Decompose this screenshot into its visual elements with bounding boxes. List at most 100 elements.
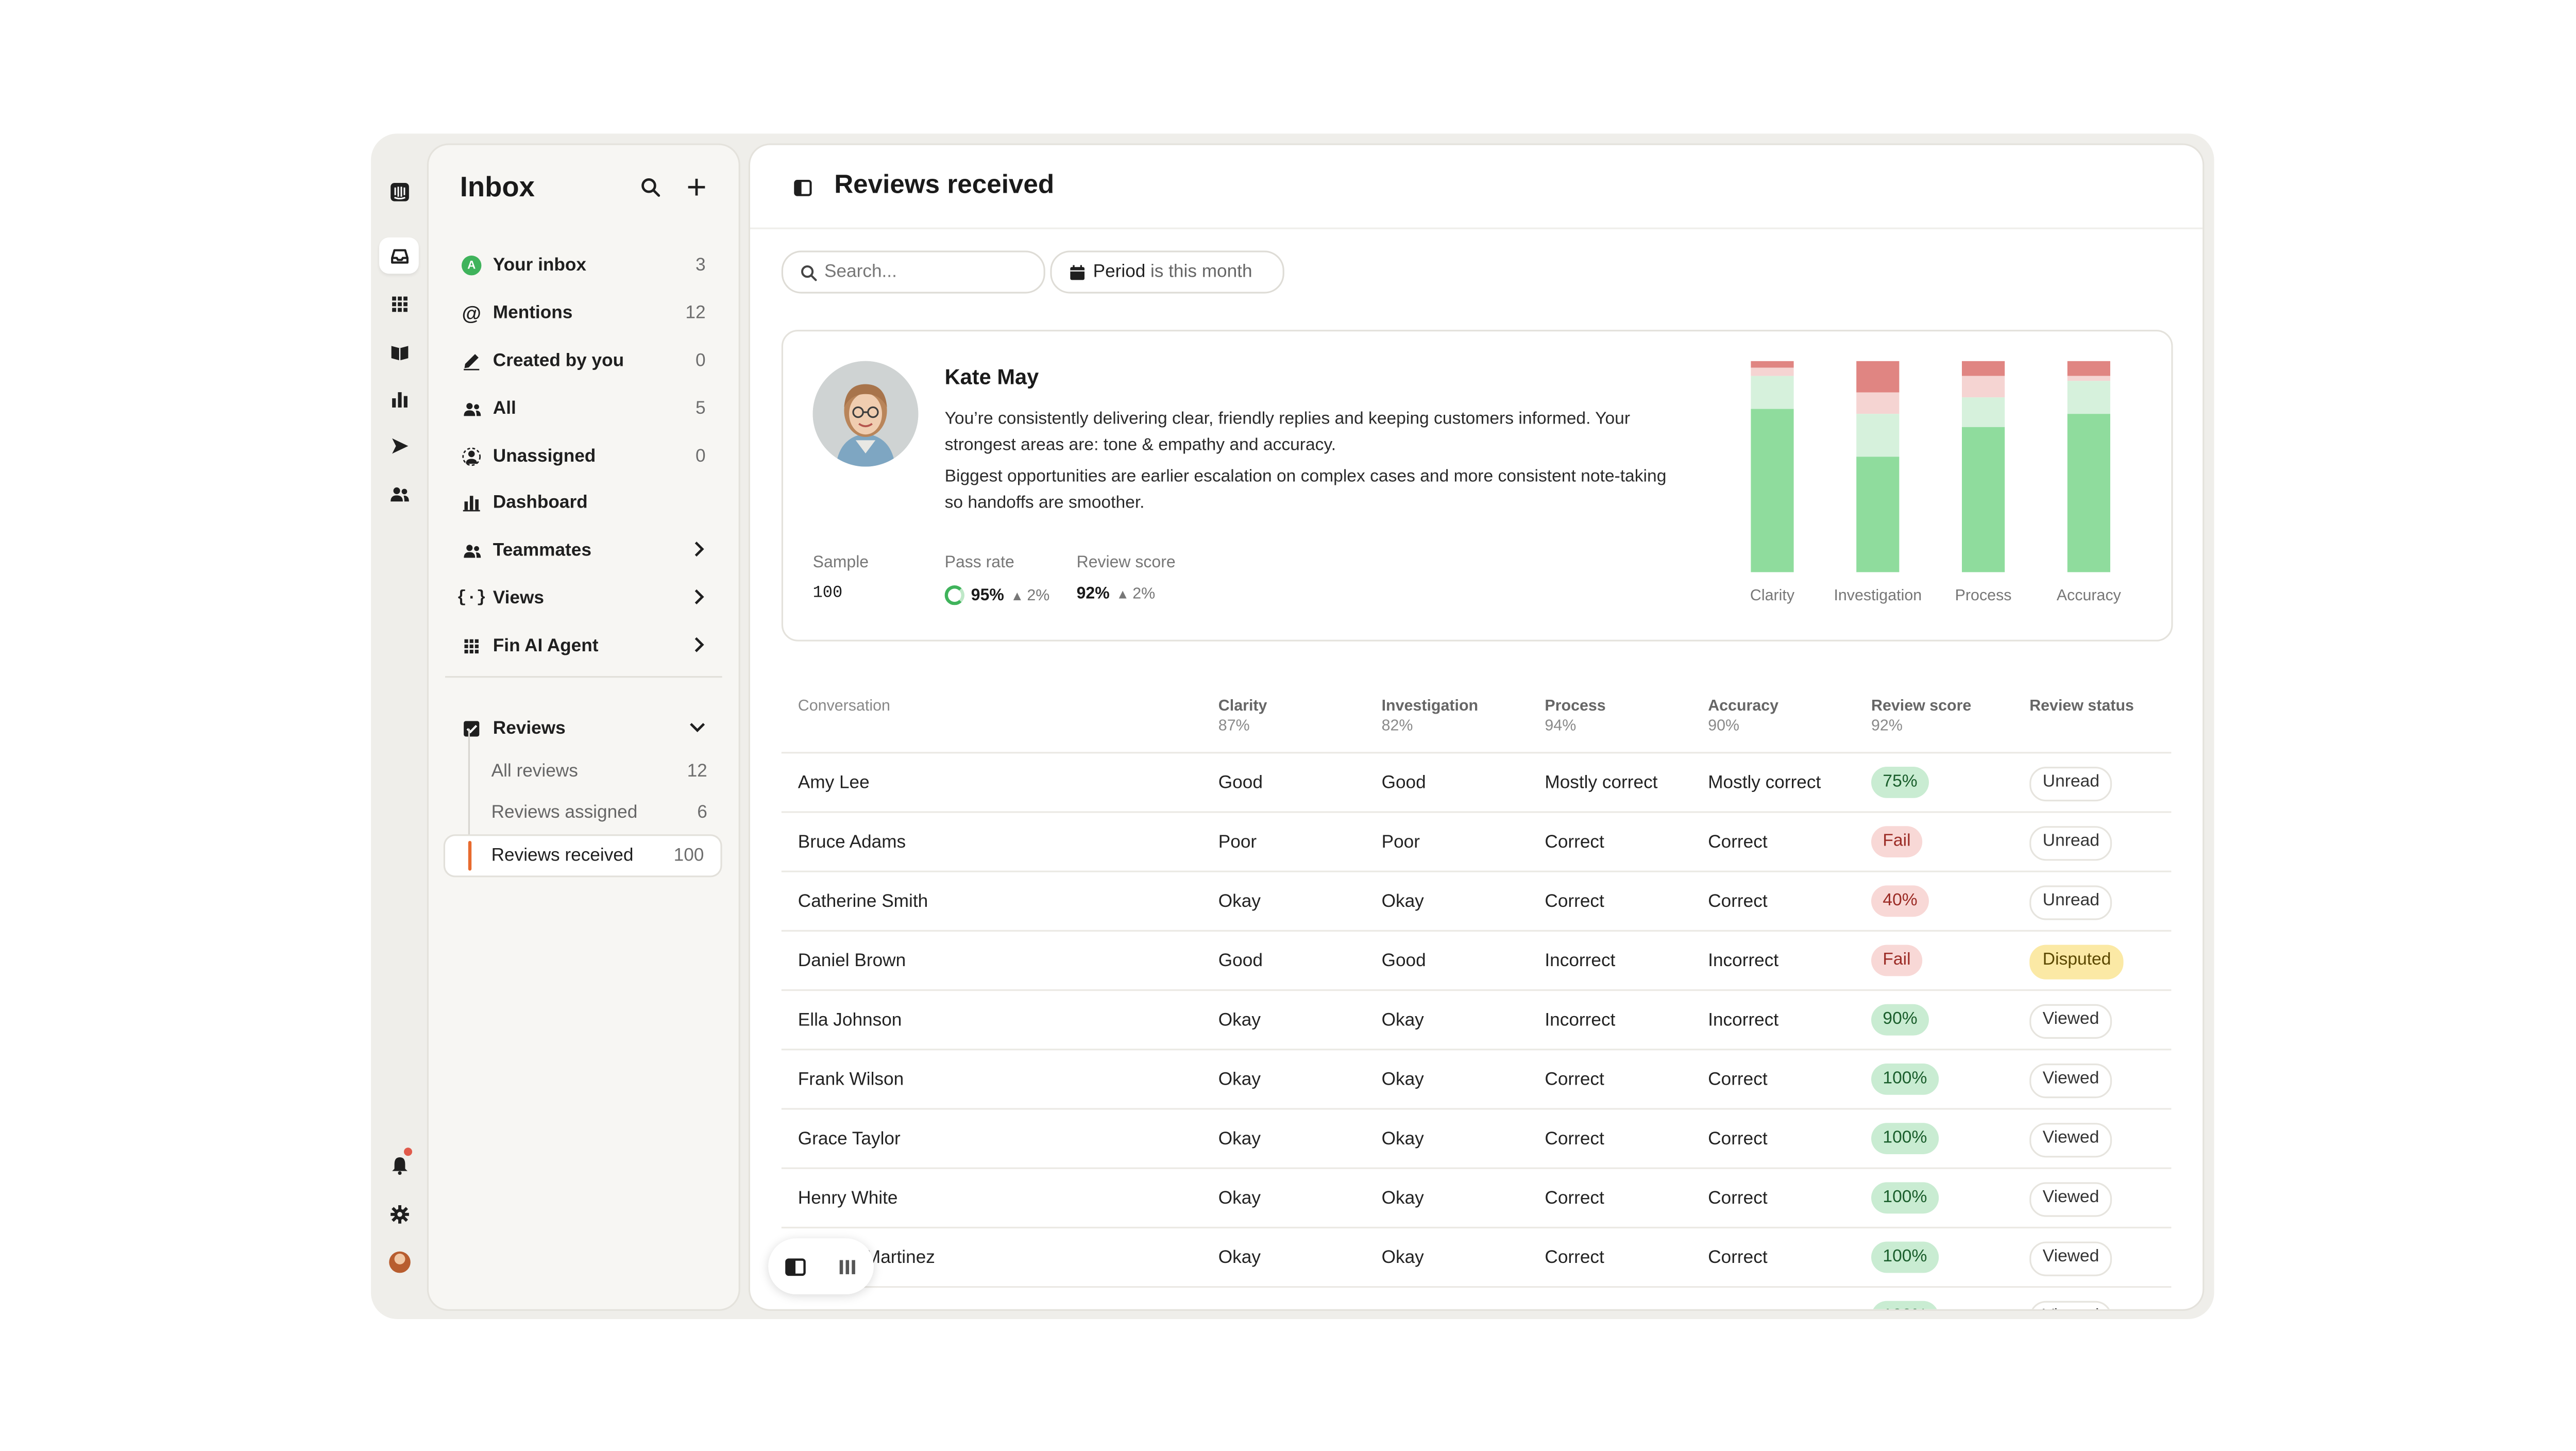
column-header-label: Accuracy (1708, 697, 1779, 716)
table-row[interactable]: Grace Taylor Okay Okay Correct Correct 100% Vi… (781, 1110, 2172, 1169)
table-row[interactable]: Frank Wilson Okay Okay Correct Correct 100% Vi… (781, 1050, 2172, 1110)
at-icon: @ (462, 301, 481, 325)
review-status-badge: Viewed (2029, 1301, 2112, 1309)
review-score-badge: Fail (1871, 944, 1922, 976)
table-row[interactable]: Amy Lee Good Good Mostly correct Mostly corr… (781, 753, 2172, 813)
views-icon: {·} (456, 589, 487, 608)
user-avatar[interactable] (379, 1243, 419, 1279)
cell-name: Frank Wilson (798, 1070, 904, 1090)
column-header[interactable]: Review score 92% (1871, 698, 1971, 736)
table-row[interactable]: Bruce Adams Poor Poor Correct Correct Fail Unr… (781, 813, 2172, 872)
sidebar-item-count: 12 (685, 303, 706, 324)
sidebar-item-label: Unassigned (493, 447, 596, 467)
bar-segment (1856, 414, 1900, 457)
reports-icon[interactable] (379, 381, 419, 417)
sidebar-item-dashboard[interactable]: Dashboard (445, 483, 722, 523)
table-row[interactable]: James Thompson Poor Poor Correct Correct 100%… (782, 1288, 2172, 1309)
search-placeholder: Search... (824, 262, 897, 282)
outbound-icon[interactable] (379, 427, 419, 463)
review-status-badge: Unread (2029, 885, 2113, 920)
stacked-bar (1962, 361, 2005, 572)
review-status-badge: Viewed (2029, 1004, 2112, 1039)
table-row[interactable]: Ella Johnson Okay Okay Incorrect Incorrect 90… (781, 991, 2172, 1051)
bar-segment (1856, 456, 1900, 572)
stacked-bar (2067, 361, 2110, 572)
bell-icon[interactable] (379, 1146, 419, 1182)
review-status-badge: Viewed (2029, 1064, 2112, 1099)
sidebar-item-teammates[interactable]: Teammates (445, 531, 722, 570)
review-score-badge: 100% (1871, 1123, 1939, 1154)
cell-clarity: Okay (1218, 1070, 1261, 1090)
knowledge-icon[interactable] (379, 333, 419, 369)
teammates-icon (460, 541, 483, 561)
column-header[interactable]: Conversation (798, 698, 890, 716)
cell-investigation: Poor (1382, 1308, 1420, 1309)
cell-investigation: Okay (1381, 1129, 1424, 1150)
bar-segment (1856, 361, 1900, 393)
sidebar-item-all[interactable]: All 5 (445, 389, 722, 429)
sidebar-item-your-inbox[interactable]: A Your inbox 3 (445, 246, 722, 285)
search-input[interactable]: Search... (781, 250, 1045, 294)
logo-icon[interactable] (379, 173, 419, 209)
column-header[interactable]: Investigation 82% (1382, 698, 1479, 736)
cell-process: Correct (1545, 1308, 1604, 1309)
column-header-average: 90% (1708, 717, 1740, 736)
reviews-table: Conversation Clarity 87% Investigation 82% Pr… (781, 676, 2172, 1309)
sidebar-item-label: Reviews (493, 719, 566, 739)
sidebar-item-count: 3 (696, 256, 706, 276)
view-switcher (768, 1238, 874, 1294)
cell-name: Catherine Smith (798, 892, 928, 912)
sidebar-item-reviews-assigned[interactable]: Reviews assigned 6 (468, 793, 724, 833)
cell-investigation: Okay (1381, 1070, 1424, 1090)
bar-segment (2067, 361, 2110, 376)
sidebar-item-reviews-received[interactable]: Reviews received 100 (445, 836, 721, 876)
table-row[interactable]: Henry White Okay Okay Correct Correct 100% Vie… (781, 1169, 2172, 1228)
sidebar-item-label: Reviews received (491, 846, 634, 866)
review-score-badge: 100% (1871, 1064, 1939, 1095)
search-icon[interactable] (636, 173, 663, 199)
category-label: Investigation (1834, 587, 1922, 605)
column-header-label: Review score (1871, 697, 1972, 716)
category-breakdown-chart: Clarity Investigation Process Accuracy (1734, 356, 2156, 620)
sidebar-section-reviews[interactable]: Reviews (445, 709, 722, 749)
bar-segment (2067, 380, 2110, 414)
contacts-icon[interactable] (379, 475, 419, 511)
bar-segment (1962, 397, 2005, 427)
cell-process: Mostly correct (1545, 773, 1658, 794)
sidebar-item-unassigned[interactable]: Unassigned 0 (445, 437, 722, 477)
sidebar-item-mentions[interactable]: @ Mentions 12 (445, 294, 722, 333)
sidebar-toggle-icon[interactable] (793, 176, 812, 206)
inbox-icon[interactable] (379, 237, 419, 274)
column-header[interactable]: Process 94% (1545, 698, 1605, 736)
chevron-down-icon (689, 719, 706, 738)
table-row[interactable]: Isabella MartinezOkayOkayCorrectCorrect1… (781, 1228, 2172, 1288)
gear-icon[interactable] (379, 1195, 419, 1231)
column-header[interactable]: Clarity 87% (1218, 698, 1267, 736)
table-row[interactable]: Catherine Smith Okay Okay Correct Correct 40%… (781, 872, 2172, 932)
sidebar-item-label: All (493, 399, 516, 419)
cell-clarity: Okay (1218, 1129, 1261, 1150)
column-header[interactable]: Accuracy 90% (1708, 698, 1778, 736)
table-row[interactable]: Daniel Brown Good Good Incorrect Incorrect Fa… (781, 932, 2172, 991)
unassigned-icon (460, 447, 483, 466)
column-header[interactable]: Review status (2029, 698, 2134, 716)
cell-clarity: Poor (1218, 1308, 1257, 1309)
sidebar-divider (445, 676, 722, 678)
cell-investigation: Okay (1381, 892, 1424, 912)
review-status-badge: Viewed (2029, 1182, 2112, 1217)
panel-view-icon[interactable] (780, 1252, 810, 1281)
cell-accuracy: Correct (1708, 1189, 1768, 1209)
stat-sample: Sample 100 (813, 554, 869, 603)
apps-icon[interactable] (379, 285, 419, 322)
stacked-bar (1751, 361, 1794, 572)
category-label: Accuracy (2056, 587, 2121, 605)
sidebar-item-created-by-you[interactable]: Created by you 0 (445, 341, 722, 381)
sidebar-item-fin-ai-agent[interactable]: Fin AI Agent (445, 627, 722, 666)
review-score-badge: 40% (1871, 885, 1929, 917)
add-icon[interactable] (683, 173, 709, 199)
sidebar-item-views[interactable]: {·} Views (445, 579, 722, 618)
period-filter[interactable]: Period is this month (1050, 250, 1284, 294)
sidebar-item-all-reviews[interactable]: All reviews 12 (468, 752, 724, 791)
summary-paragraph: You’re consistently delivering clear, fr… (944, 409, 1631, 455)
columns-view-icon[interactable] (833, 1252, 862, 1281)
